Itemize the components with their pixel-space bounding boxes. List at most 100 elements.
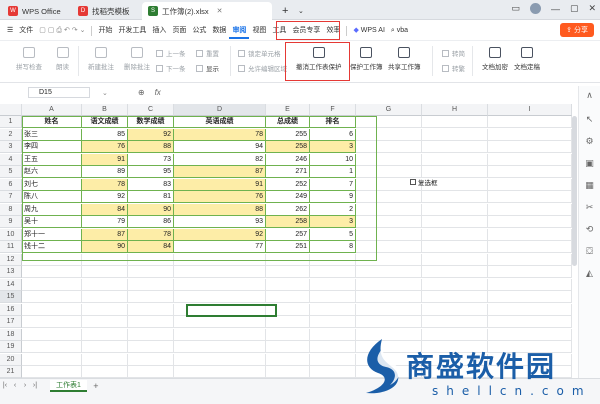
protect-workbook-button[interactable]: 保护工作簿 xyxy=(350,47,383,71)
cell-G15[interactable] xyxy=(356,291,422,303)
cell-E6[interactable]: 252 xyxy=(266,178,310,191)
cell-B13[interactable] xyxy=(82,266,128,278)
cell-I9[interactable] xyxy=(488,216,572,228)
cell-B2[interactable]: 85 xyxy=(82,128,128,141)
cell-C21[interactable] xyxy=(128,366,174,378)
cell-B18[interactable] xyxy=(82,328,128,341)
cell-E4[interactable]: 246 xyxy=(266,153,310,166)
cell-F8[interactable]: 2 xyxy=(310,203,356,216)
cell-F14[interactable] xyxy=(310,278,356,291)
cell-D21[interactable] xyxy=(174,366,266,378)
menu-icon[interactable]: ☰ xyxy=(4,23,16,39)
share-workbook-button[interactable]: 共享工作簿 xyxy=(388,47,421,71)
cell-D14[interactable] xyxy=(174,278,266,291)
tab-workbook[interactable]: S 工作簿(2).xlsx ✕ xyxy=(142,2,272,20)
cell-I13[interactable] xyxy=(488,266,572,278)
cell-F15[interactable] xyxy=(310,291,356,303)
cell-I10[interactable] xyxy=(488,228,572,241)
column-header-E[interactable]: E xyxy=(266,104,310,116)
cell-G17[interactable] xyxy=(356,316,422,328)
cell-E5[interactable]: 271 xyxy=(266,166,310,178)
cell-G10[interactable] xyxy=(356,228,422,241)
cell-H13[interactable] xyxy=(422,266,488,278)
cell-A1[interactable]: 姓名 xyxy=(22,116,82,128)
cell-F2[interactable]: 6 xyxy=(310,128,356,141)
cell-C4[interactable]: 73 xyxy=(128,153,174,166)
last-sheet-icon[interactable]: ›| xyxy=(30,382,40,389)
row-header-2[interactable]: 2 xyxy=(0,128,22,141)
cell-A17[interactable] xyxy=(22,316,82,328)
row-header-18[interactable]: 18 xyxy=(0,328,22,341)
cell-A15[interactable] xyxy=(22,291,82,303)
prev-comment-button[interactable]: 上一条 xyxy=(156,48,186,58)
rotate-icon[interactable]: ⟲ xyxy=(584,224,595,235)
cell-F20[interactable] xyxy=(310,353,356,366)
allow-edit-button[interactable]: 允许编辑区域 xyxy=(238,63,287,73)
cell-A9[interactable]: 吴十 xyxy=(22,216,82,228)
select-icon[interactable]: ↖ xyxy=(584,114,595,125)
cell-F21[interactable] xyxy=(310,366,356,378)
cell-A13[interactable] xyxy=(22,266,82,278)
cell-D9[interactable]: 93 xyxy=(174,216,266,228)
doc-finalize-button[interactable]: 文档定稿 xyxy=(514,47,540,71)
cell-H4[interactable] xyxy=(422,153,488,166)
cell-A8[interactable]: 周九 xyxy=(22,203,82,216)
cell-H16[interactable] xyxy=(422,303,488,316)
cell-I12[interactable] xyxy=(488,253,572,266)
cell-H2[interactable] xyxy=(422,128,488,141)
cell-C1[interactable]: 数学成绩 xyxy=(128,116,174,128)
cell-D19[interactable] xyxy=(174,341,266,353)
cell-C7[interactable]: 81 xyxy=(128,191,174,203)
cell-B19[interactable] xyxy=(82,341,128,353)
cell-B17[interactable] xyxy=(82,316,128,328)
first-sheet-icon[interactable]: |‹ xyxy=(0,382,10,389)
cell-B9[interactable]: 79 xyxy=(82,216,128,228)
cell-F4[interactable]: 10 xyxy=(310,153,356,166)
cell-C12[interactable] xyxy=(128,253,174,266)
row-header-12[interactable]: 12 xyxy=(0,253,22,266)
namebox-dropdown-icon[interactable]: ⌄ xyxy=(102,89,108,97)
cell-C14[interactable] xyxy=(128,278,174,291)
cell-G12[interactable] xyxy=(356,253,422,266)
cell-G2[interactable] xyxy=(356,128,422,141)
new-comment-button[interactable]: 新建批注 xyxy=(88,47,114,71)
style-icon[interactable]: ▣ xyxy=(584,158,595,169)
cell-F11[interactable]: 8 xyxy=(310,241,356,253)
cell-A3[interactable]: 李四 xyxy=(22,141,82,153)
row-header-10[interactable]: 10 xyxy=(0,228,22,241)
cell-D12[interactable] xyxy=(174,253,266,266)
cell-C5[interactable]: 95 xyxy=(128,166,174,178)
cell-B5[interactable]: 89 xyxy=(82,166,128,178)
cell-F7[interactable]: 9 xyxy=(310,191,356,203)
cell-G3[interactable] xyxy=(356,141,422,153)
minimize-icon[interactable]: — xyxy=(551,4,560,14)
menu-view[interactable]: 视图 xyxy=(249,23,269,39)
cell-B7[interactable]: 92 xyxy=(82,191,128,203)
cell-B20[interactable] xyxy=(82,353,128,366)
cell-F1[interactable]: 排名 xyxy=(310,116,356,128)
next-sheet-icon[interactable]: › xyxy=(20,382,30,389)
cell-A4[interactable]: 王五 xyxy=(22,153,82,166)
cell-G7[interactable] xyxy=(356,191,422,203)
share-button[interactable]: ⇪ 分享 xyxy=(560,23,594,37)
tab-wps-office[interactable]: W WPS Office xyxy=(2,2,67,20)
cell-A18[interactable] xyxy=(22,328,82,341)
row-header-16[interactable]: 16 xyxy=(0,303,22,316)
menu-formula[interactable]: 公式 xyxy=(189,23,209,39)
lock-cell-button[interactable]: 锁定单元格 xyxy=(238,48,281,58)
cell-C8[interactable]: 90 xyxy=(128,203,174,216)
cell-B11[interactable]: 90 xyxy=(82,241,128,253)
cell-D20[interactable] xyxy=(174,353,266,366)
properties-icon[interactable]: ⚙ xyxy=(584,136,595,147)
cell-A14[interactable] xyxy=(22,278,82,291)
cell-E7[interactable]: 249 xyxy=(266,191,310,203)
menu-review[interactable]: 审阅 xyxy=(229,23,250,39)
row-header-20[interactable]: 20 xyxy=(0,353,22,366)
column-header-H[interactable]: H xyxy=(422,104,488,116)
cell-I7[interactable] xyxy=(488,191,572,203)
row-header-13[interactable]: 13 xyxy=(0,266,22,278)
cell-H9[interactable] xyxy=(422,216,488,228)
zoom-icon[interactable]: ⊕ xyxy=(138,88,145,97)
cell-B16[interactable] xyxy=(82,303,128,316)
cell-H14[interactable] xyxy=(422,278,488,291)
